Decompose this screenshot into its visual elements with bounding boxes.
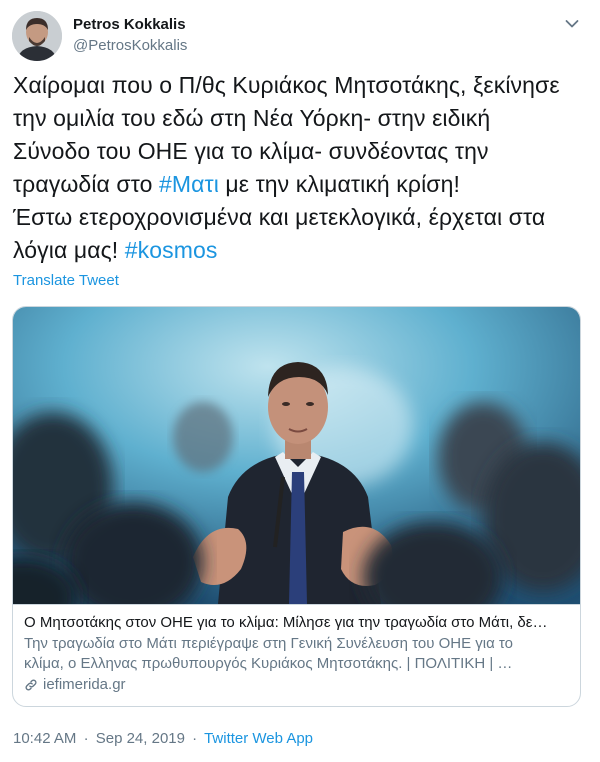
- tweet-text-line: Έστω ετεροχρονισμένα και μετεκλογικά, έρ…: [13, 201, 588, 234]
- card-image: [13, 307, 580, 604]
- card-domain-text: iefimerida.gr: [43, 676, 126, 693]
- tweet: Petros Kokkalis @PetrosKokkalis Χαίρομαι…: [0, 0, 600, 762]
- tweet-text-segment: Χαίρομαι που ο Π/θς Κυριάκος Μητσοτάκης,…: [13, 72, 560, 98]
- tweet-text-line: Σύνοδο του ΟΗΕ για το κλίμα- συνδέοντας …: [13, 135, 588, 168]
- meta-separator: ·: [192, 730, 198, 747]
- card-description: Την τραγωδία στο Μάτι περιέγραψε στη Γεν…: [24, 634, 569, 674]
- tweet-text-segment: Έστω ετεροχρονισμένα και μετεκλογικά, έρ…: [13, 204, 546, 230]
- tweet-text-line: τραγωδία στο #Ματι με την κλιματική κρίσ…: [13, 168, 588, 201]
- translate-tweet-link[interactable]: Translate Tweet: [13, 271, 119, 291]
- chevron-down-icon: [565, 20, 579, 28]
- hashtag-link[interactable]: #Ματι: [159, 171, 219, 197]
- tweet-date[interactable]: Sep 24, 2019: [96, 730, 185, 747]
- tweet-meta: 10:42 AM · Sep 24, 2019 · Twitter Web Ap…: [13, 729, 313, 749]
- card-body: Ο Μητσοτάκης στον ΟΗΕ για το κλίμα: Μίλη…: [13, 604, 580, 706]
- avatar-image: [12, 11, 62, 61]
- tweet-source[interactable]: Twitter Web App: [204, 730, 313, 747]
- avatar[interactable]: [12, 11, 62, 61]
- more-options-button[interactable]: [562, 14, 582, 34]
- tweet-text-line: την ομιλία του εδώ στη Νέα Υόρκη- στην ε…: [13, 102, 588, 135]
- card-domain: iefimerida.gr: [24, 675, 569, 695]
- tweet-text-segment: λόγια μας!: [13, 237, 125, 263]
- hashtag-link[interactable]: #kosmos: [125, 237, 218, 263]
- tweet-text: Χαίρομαι που ο Π/θς Κυριάκος Μητσοτάκης,…: [13, 69, 588, 267]
- tweet-text-line: λόγια μας! #kosmos: [13, 234, 588, 267]
- link-card[interactable]: Ο Μητσοτάκης στον ΟΗΕ για το κλίμα: Μίλη…: [12, 306, 581, 707]
- tweet-text-segment: την ομιλία του εδώ στη Νέα Υόρκη- στην ε…: [13, 105, 491, 131]
- link-icon: [25, 679, 37, 691]
- card-title: Ο Μητσοτάκης στον ΟΗΕ για το κλίμα: Μίλη…: [24, 614, 548, 631]
- card-description-line: κλίμα, ο Ελληνας πρωθυπουργός Κυριάκος Μ…: [24, 655, 513, 672]
- tweet-text-line: Χαίρομαι που ο Π/θς Κυριάκος Μητσοτάκης,…: [13, 69, 588, 102]
- tweet-text-segment: Σύνοδο του ΟΗΕ για το κλίμα- συνδέοντας …: [13, 138, 489, 164]
- tweet-time[interactable]: 10:42 AM: [13, 730, 76, 747]
- author-name[interactable]: Petros Kokkalis: [73, 15, 186, 35]
- author-handle[interactable]: @PetrosKokkalis: [73, 36, 187, 56]
- tweet-text-segment: με την κλιματική κρίση!: [218, 171, 460, 197]
- tweet-text-segment: τραγωδία στο: [13, 171, 159, 197]
- card-description-line: Την τραγωδία στο Μάτι περιέγραψε στη Γεν…: [24, 635, 513, 652]
- meta-separator: ·: [83, 730, 89, 747]
